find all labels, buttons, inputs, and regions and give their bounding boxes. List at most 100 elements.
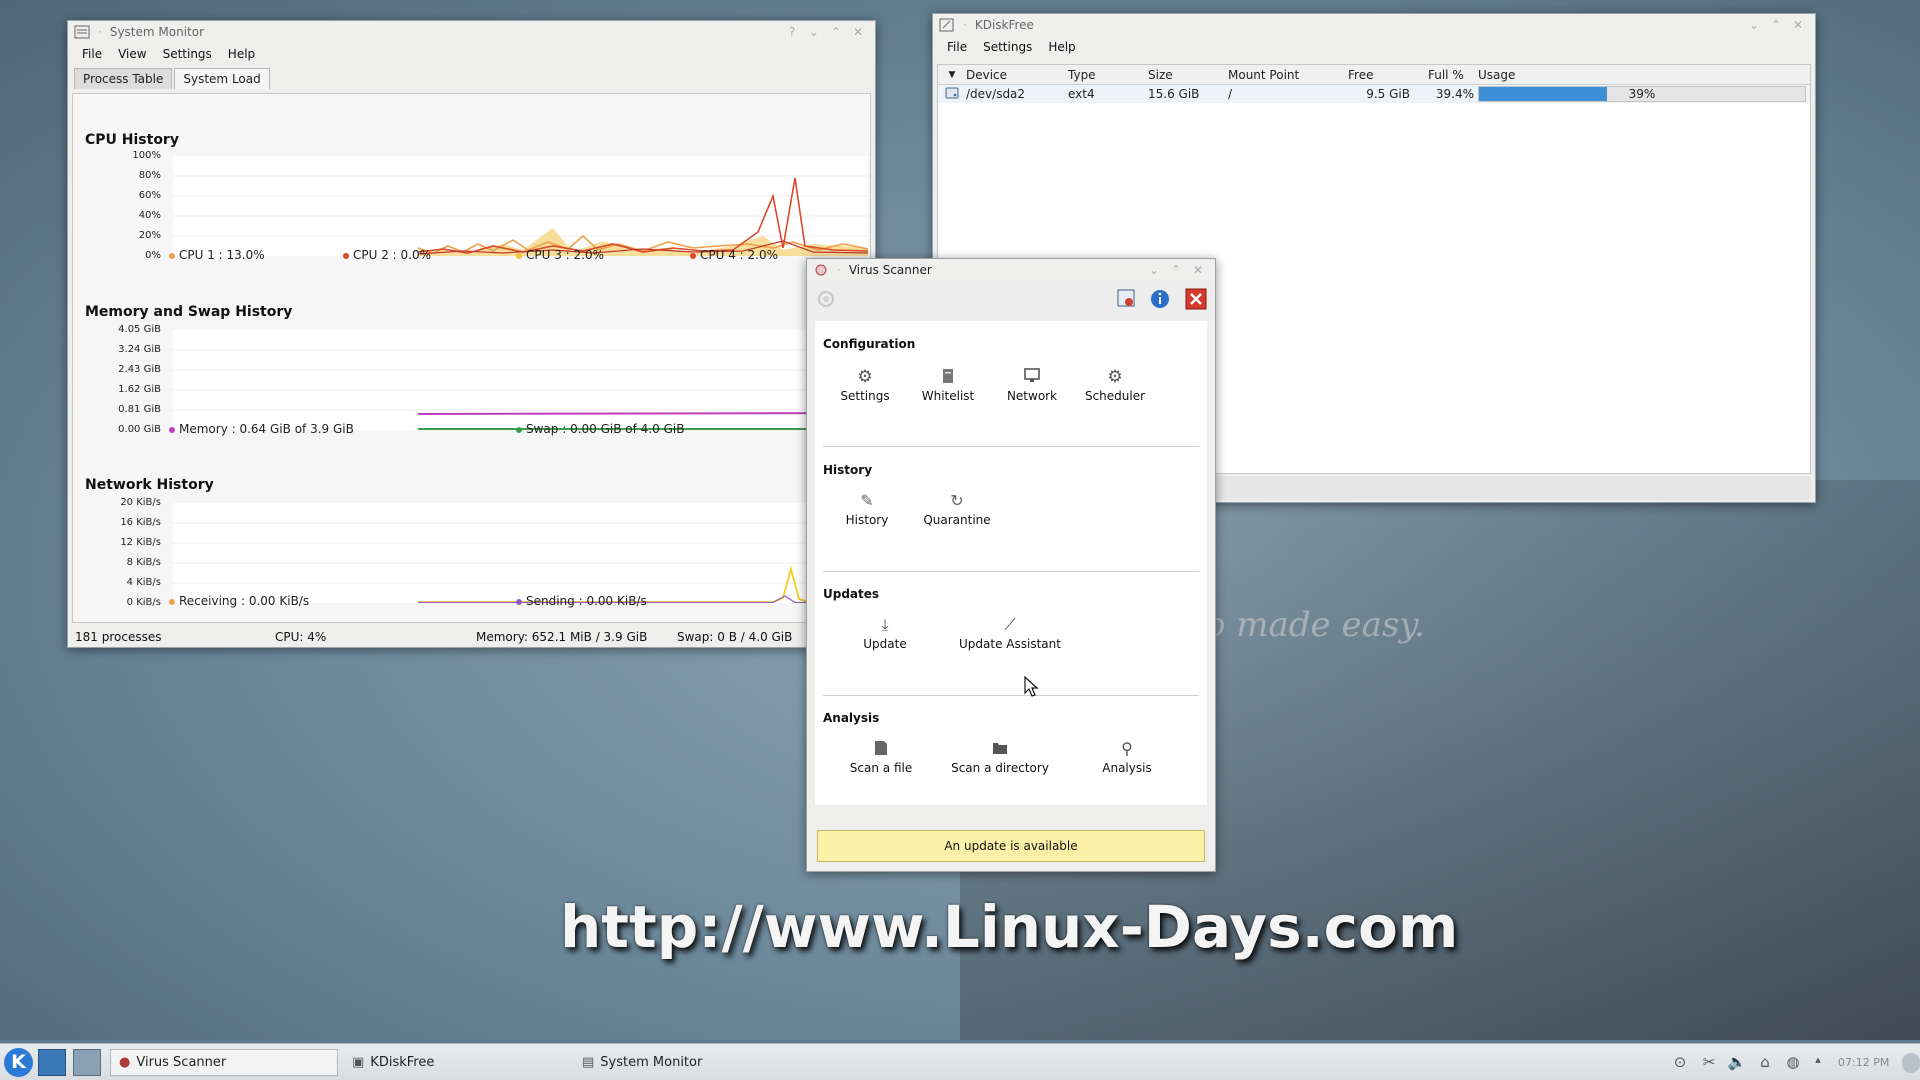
column-header-device[interactable]: Device: [966, 68, 1068, 82]
titlebar-separator: ·: [98, 25, 102, 39]
task-label: KDiskFree: [370, 1055, 435, 1070]
folder-icon: [993, 743, 1007, 754]
network-tray-icon[interactable]: ⌂: [1755, 1053, 1775, 1073]
close-icon[interactable]: ✕: [1187, 263, 1209, 277]
virus-scanner-titlebar[interactable]: · Virus Scanner ⌄ ⌃ ✕: [807, 259, 1215, 281]
minimize-icon[interactable]: ⌄: [1743, 18, 1765, 32]
network-label: Network: [1006, 389, 1058, 403]
cpu1-legend-bullet: [169, 252, 175, 259]
receiving-legend: Receiving : 0.00 KiB/s: [169, 594, 309, 608]
scan-directory-item[interactable]: Scan a directory: [940, 739, 1060, 775]
window-title: Virus Scanner: [848, 263, 932, 277]
tray-expand-icon[interactable]: ▴: [1808, 1053, 1828, 1073]
tab-process-table[interactable]: Process Table: [74, 68, 173, 89]
task-label: System Monitor: [600, 1055, 703, 1070]
quarantine-item[interactable]: ↻ Quarantine: [907, 491, 1007, 527]
menu-file[interactable]: File: [939, 40, 975, 54]
tab-system-load[interactable]: System Load: [174, 68, 270, 89]
quit-icon[interactable]: [1185, 288, 1207, 313]
cell-device: /dev/sda2: [966, 87, 1026, 101]
task-system-monitor[interactable]: ▤ System Monitor: [578, 1049, 798, 1076]
update-item[interactable]: ⤓ Update: [835, 615, 935, 651]
update-assistant-item[interactable]: ⟋ Update Assistant: [950, 615, 1070, 651]
history-item[interactable]: ✎ History: [817, 491, 917, 527]
settings-label: Settings: [840, 389, 890, 403]
maximize-icon[interactable]: ⌃: [825, 25, 847, 39]
network-ytick: 16 KiB/s: [120, 517, 161, 528]
watermark-url: http://www.Linux-Days.com: [560, 893, 1459, 961]
swap-legend-bullet: [516, 426, 522, 433]
menubar: File View Settings Help: [68, 43, 875, 65]
maximize-icon[interactable]: ⌃: [1765, 18, 1787, 32]
update-assistant-label: Update Assistant: [959, 637, 1061, 651]
menu-settings[interactable]: Settings: [975, 40, 1040, 54]
analysis-item[interactable]: ⚲ Analysis: [1077, 739, 1177, 775]
file-manager-icon[interactable]: [73, 1049, 101, 1076]
cpu3-legend: CPU 3 : 2.0%: [516, 248, 604, 262]
menu-help[interactable]: Help: [220, 47, 263, 61]
volume-icon[interactable]: 🔈: [1727, 1053, 1747, 1073]
download-icon: ⤓: [881, 615, 889, 634]
titlebar-separator: ·: [963, 18, 967, 32]
menu-view[interactable]: View: [110, 47, 154, 61]
globe-icon[interactable]: ◍: [1783, 1053, 1803, 1073]
close-icon[interactable]: ✕: [847, 25, 869, 39]
system-load-panel: CPU History 100% 80% 60% 40% 20% 0% CPU …: [72, 93, 871, 623]
menu-settings[interactable]: Settings: [155, 47, 220, 61]
minimize-icon[interactable]: ⌄: [1143, 263, 1165, 277]
table-row[interactable]: /dev/sda2 ext4 15.6 GiB / 9.5 GiB 39.4% …: [938, 85, 1810, 103]
cpu-ytick: 0%: [145, 250, 161, 261]
notifications-icon[interactable]: ⊙: [1670, 1053, 1690, 1073]
taskbar: K ● Virus Scanner ▣ KDiskFree ▤ System M…: [0, 1043, 1920, 1080]
memory-line: [417, 412, 868, 415]
cpu2-legend-bullet: [343, 252, 349, 259]
kde-menu-icon[interactable]: K: [4, 1048, 33, 1077]
column-header-full[interactable]: Full %: [1428, 68, 1478, 82]
column-header-usage[interactable]: Usage: [1478, 68, 1810, 82]
kdiskfree-titlebar[interactable]: · KDiskFree ⌄ ⌃ ✕: [933, 14, 1815, 36]
tab-bar: Process Table System Load: [68, 65, 875, 89]
scan-file-item[interactable]: Scan a file: [831, 739, 931, 775]
menu-file[interactable]: File: [74, 47, 110, 61]
close-icon[interactable]: ✕: [1787, 18, 1809, 32]
column-header-mount-point[interactable]: Mount Point: [1228, 68, 1348, 82]
menu-help[interactable]: Help: [1040, 40, 1083, 54]
cpu1-legend-label: CPU 1 : 13.0%: [179, 248, 265, 262]
cell-type: ext4: [1068, 87, 1095, 101]
desktop-pager-icon[interactable]: [38, 1049, 66, 1076]
section-analysis: Analysis: [823, 711, 880, 725]
help-icon[interactable]: ?: [781, 25, 803, 39]
drive-icon: [938, 86, 966, 103]
memory-ytick: 0.81 GiB: [118, 404, 161, 415]
update-available-banner[interactable]: An update is available: [817, 830, 1205, 862]
system-monitor-titlebar[interactable]: · System Monitor ? ⌄ ⌃ ✕: [68, 21, 875, 43]
column-header-free[interactable]: Free: [1348, 68, 1428, 82]
klipper-icon[interactable]: ✂: [1699, 1053, 1719, 1073]
cpu-ytick: 80%: [138, 170, 161, 181]
monitor-network-icon: [1024, 368, 1040, 382]
column-header-size[interactable]: Size: [1148, 68, 1228, 82]
network-history-title: Network History: [85, 477, 214, 493]
info-icon[interactable]: [1149, 288, 1171, 313]
monitor-icon[interactable]: [1115, 288, 1137, 313]
sort-chevron-icon[interactable]: ▼: [938, 70, 966, 80]
minimize-icon[interactable]: ⌄: [803, 25, 825, 39]
task-kdiskfree[interactable]: ▣ KDiskFree: [348, 1049, 568, 1076]
usage-bar: 39%: [1478, 86, 1806, 102]
cpu4-legend: CPU 4 : 2.0%: [690, 248, 778, 262]
network-ytick: 20 KiB/s: [120, 497, 161, 508]
status-cpu: CPU: 4%: [275, 630, 327, 644]
sending-legend: Sending : 0.00 KiB/s: [516, 594, 647, 608]
quarantine-label: Quarantine: [923, 513, 991, 527]
clock[interactable]: 07:12 PM: [1838, 1056, 1889, 1069]
swap-legend-label: Swap : 0.00 GiB of 4.0 GiB: [526, 422, 685, 436]
magnifier-icon: ⚲: [1121, 739, 1133, 758]
whitelist-label: Whitelist: [921, 389, 975, 403]
memory-ytick: 0.00 GiB: [118, 424, 161, 435]
task-virus-scanner[interactable]: ● Virus Scanner: [110, 1049, 338, 1076]
maximize-icon[interactable]: ⌃: [1165, 263, 1187, 277]
cashew-icon[interactable]: [1902, 1053, 1920, 1073]
scheduler-item[interactable]: ⚙ Scheduler: [1065, 367, 1165, 403]
table-header: ▼ Device Type Size Mount Point Free Full…: [938, 65, 1810, 85]
column-header-type[interactable]: Type: [1068, 68, 1148, 82]
